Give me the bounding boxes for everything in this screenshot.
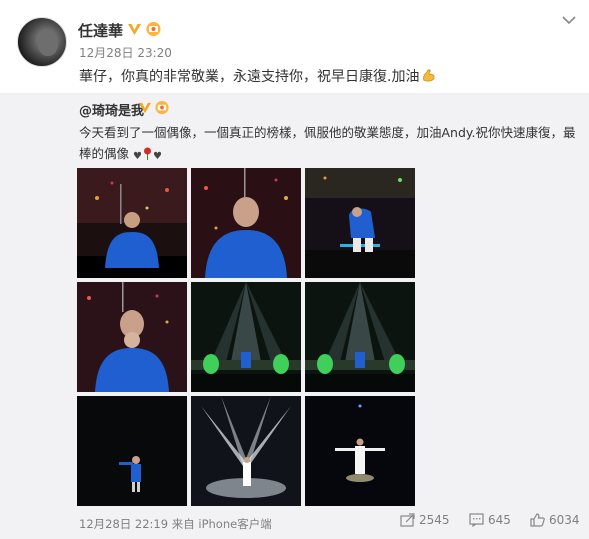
photo-8[interactable] [191, 396, 301, 506]
like-button[interactable]: 6034 [530, 513, 580, 527]
weibo-post-card: 任達華 12月28日 23:20 華仔，你真的非常敬業，永遠支持你，祝早日康復.… [0, 0, 589, 539]
photo-6[interactable] [305, 282, 415, 392]
author-avatar[interactable] [17, 17, 67, 67]
author-name[interactable]: 任達華 [78, 20, 123, 41]
heart-icon: ♥ [133, 151, 142, 162]
photo-9[interactable] [305, 396, 415, 506]
comment-button[interactable]: 645 [469, 513, 511, 527]
photo-2[interactable] [191, 168, 301, 278]
verified-v-icon [128, 24, 141, 35]
thumbs-up-icon [530, 513, 545, 527]
chevron-down-icon[interactable] [561, 15, 577, 25]
photo-7[interactable] [77, 396, 187, 506]
rose-icon [143, 147, 151, 160]
vip-badge-icon[interactable] [145, 21, 162, 37]
heart-icon: ♥ [152, 151, 162, 162]
post-text-content: 華仔，你真的非常敬業，永遠支持你，祝早日康復.加油 [79, 69, 420, 85]
verified-v-icon [138, 102, 152, 114]
like-count: 6034 [549, 513, 580, 527]
avatar-face-icon [38, 30, 58, 56]
photo-3[interactable] [305, 168, 415, 278]
photo-1[interactable] [77, 168, 187, 278]
post-text: 華仔，你真的非常敬業，永遠支持你，祝早日康復.加油 [79, 66, 436, 86]
post-timestamp[interactable]: 12月28日 23:20 [79, 44, 172, 61]
comment-icon [469, 513, 484, 527]
post-source: 来自 iPhone客户端 [171, 517, 272, 531]
flexed-biceps-icon [423, 69, 435, 82]
comment-count: 645 [488, 513, 511, 527]
original-author-link[interactable]: @琦琦是我 [79, 100, 144, 119]
photo-5[interactable] [191, 282, 301, 392]
original-post-meta: 12月28日 22:19 来自 iPhone客户端 [79, 516, 272, 532]
repost-button[interactable]: 2545 [400, 513, 450, 527]
original-post-text: 今天看到了一個偶像，一個真正的榜樣，佩服他的敬業態度，加油Andy.祝你快速康復… [79, 122, 584, 167]
photo-4[interactable] [77, 282, 187, 392]
vip-badge-icon[interactable] [154, 100, 170, 115]
repost-count: 2545 [419, 513, 450, 527]
repost-icon [400, 513, 415, 527]
original-post-time[interactable]: 12月28日 22:19 [79, 517, 168, 531]
